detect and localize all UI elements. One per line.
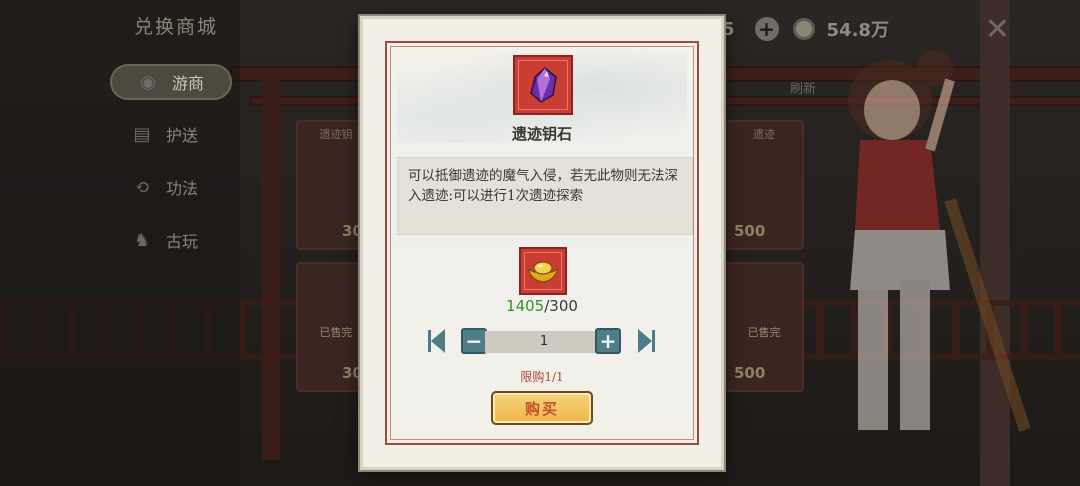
nav-label: 护送 (166, 126, 199, 145)
gold-amount: 54.8万 (826, 20, 889, 41)
nav-item-antique[interactable]: ♞ 古玩 (130, 222, 230, 258)
card-badge: 已售完 (747, 326, 781, 339)
antique-icon: ♞ (133, 229, 151, 251)
increase-button[interactable]: + (595, 328, 621, 354)
owned-amount: 1405 (506, 297, 545, 315)
gold-ingot-icon (526, 261, 560, 283)
crystal-key-icon (530, 67, 557, 103)
item-name: 遗迹钥石 (511, 125, 572, 143)
price-amount: 300 (549, 297, 578, 315)
purchase-limit: 限购1/1 (520, 370, 564, 384)
nav-item-merchant[interactable]: ◉ 游商 (110, 64, 232, 100)
nav-item-escort[interactable]: ▤ 护送 (130, 116, 230, 152)
card-price: 500 (734, 364, 766, 382)
character-illustration (848, 50, 1030, 432)
currency-partial: 5 + 54.8万 (722, 16, 889, 42)
shop-card: 遗迹 500 (724, 120, 804, 250)
cost-icon-frame (519, 247, 567, 295)
nav-label: 功法 (166, 179, 199, 198)
cart-icon: ▤ (133, 123, 151, 145)
item-icon-frame (513, 55, 573, 115)
shop-card: 已售完 500 (724, 262, 804, 392)
item-description: 可以抵御遗迹的魔气入侵，若无此物则无法深入遗迹:可以进行1次遗迹探索 (397, 157, 693, 235)
merchant-icon: ◉ (140, 71, 156, 93)
price-row: 1405/300 (363, 297, 721, 315)
nav-label: 古玩 (166, 232, 199, 251)
gate-post (262, 80, 280, 460)
purchase-dialog: 遗迹钥石 可以抵御遗迹的魔气入侵，若无此物则无法深入遗迹:可以进行1次遗迹探索 … (360, 16, 724, 470)
nav-label: 游商 (172, 74, 205, 93)
decrease-button[interactable]: − (461, 328, 487, 354)
triangle-right-icon (637, 329, 652, 353)
max-quantity-button[interactable] (635, 326, 657, 356)
triangle-left-icon (430, 329, 445, 353)
coin-icon (792, 18, 815, 40)
card-price: 500 (734, 222, 766, 240)
nav-item-technique[interactable]: ⟲ 功法 (130, 169, 230, 205)
add-currency-button[interactable]: + (754, 17, 779, 41)
card-label: 遗迹 (753, 128, 775, 141)
min-quantity-button[interactable] (425, 326, 447, 356)
buy-button[interactable]: 购买 (491, 391, 593, 425)
quantity-stepper: − 1 + (425, 324, 665, 356)
technique-icon: ⟲ (134, 176, 150, 198)
quantity-field[interactable]: 1 (485, 331, 603, 353)
shop-title: 兑换商城 (134, 16, 219, 38)
skip-last-icon (651, 330, 655, 352)
item-description-text: 可以抵御遗迹的魔气入侵，若无此物则无法深入遗迹:可以进行1次遗迹探索 (408, 168, 678, 204)
